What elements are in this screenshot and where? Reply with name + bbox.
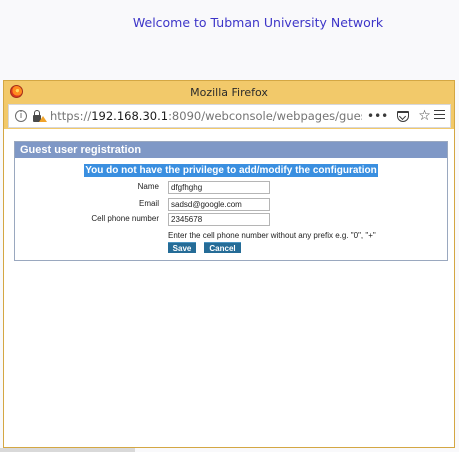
email-field[interactable] xyxy=(168,198,270,211)
privilege-error-message: You do not have the privilege to add/mod… xyxy=(84,164,378,177)
cancel-button[interactable]: Cancel xyxy=(204,242,241,253)
guest-registration-panel: Guest user registration You do not have … xyxy=(14,141,448,261)
hamburger-menu-icon[interactable] xyxy=(434,110,445,119)
url-text[interactable]: https://192.168.30.1:8090/webconsole/web… xyxy=(50,109,362,123)
firefox-logo-icon xyxy=(10,85,23,98)
email-label: Email xyxy=(138,199,159,208)
page-content: Guest user registration You do not have … xyxy=(4,129,454,447)
title-bar[interactable]: Mozilla Firefox xyxy=(4,81,454,103)
site-info-icon[interactable]: i xyxy=(15,110,27,122)
bookmark-star-icon[interactable]: ☆ xyxy=(418,108,431,124)
phone-hint: Enter the cell phone number without any … xyxy=(168,231,376,240)
phone-field[interactable] xyxy=(168,213,270,226)
panel-header: Guest user registration xyxy=(15,142,447,158)
phone-label: Cell phone number xyxy=(91,214,159,223)
pocket-icon[interactable] xyxy=(397,110,410,122)
name-field[interactable] xyxy=(168,181,270,194)
firefox-window: Mozilla Firefox i https://192.168.30.1:8… xyxy=(3,80,455,448)
welcome-banner: Welcome to Tubman University Network xyxy=(132,15,384,30)
save-button[interactable]: Save xyxy=(168,242,196,253)
url-bar[interactable]: i https://192.168.30.1:8090/webconsole/w… xyxy=(8,104,451,128)
window-title: Mozilla Firefox xyxy=(190,85,268,99)
page-actions-icon[interactable]: ••• xyxy=(367,109,388,123)
name-label: Name xyxy=(137,182,159,191)
background-strip xyxy=(0,448,135,452)
insecure-lock-icon[interactable] xyxy=(31,110,47,122)
